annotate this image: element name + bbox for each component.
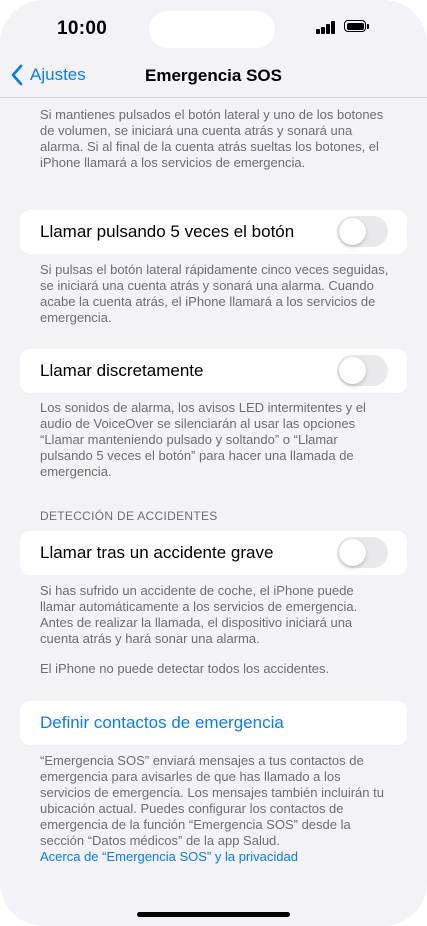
- intro-description: Si mantienes pulsados el botón lateral y…: [40, 107, 384, 170]
- silent-call-description: Los sonidos de alarma, los avisos LED in…: [40, 400, 366, 479]
- silent-call-row[interactable]: Llamar discretamente: [20, 349, 407, 393]
- crash-detection-label: Llamar tras un accidente grave: [40, 543, 274, 562]
- crash-detection-description: Si has sufrido un accidente de coche, el…: [40, 583, 358, 646]
- crash-detection-row[interactable]: Llamar tras un accidente grave: [20, 531, 407, 575]
- emergency-contacts-link[interactable]: Definir contactos de emergencia: [40, 713, 284, 733]
- privacy-link[interactable]: Acerca de “Emergencia SOS” y la privacid…: [40, 849, 298, 864]
- emergency-contacts-description: “Emergencia SOS” enviará mensajes a tus …: [40, 753, 392, 865]
- navigation-bar: Ajustes Emergencia SOS: [0, 56, 427, 98]
- status-bar: 10:00: [0, 0, 427, 56]
- battery-icon: [344, 20, 370, 34]
- page-title: Emergencia SOS: [144, 66, 282, 85]
- crash-detection-note: El iPhone no puede detectar todos los ac…: [40, 661, 330, 676]
- five-presses-label: Llamar pulsando 5 veces el botón: [40, 222, 295, 241]
- emergency-contacts-row[interactable]: Definir contactos de emergencia: [20, 701, 407, 745]
- five-presses-toggle[interactable]: [337, 216, 388, 247]
- dynamic-island: [149, 11, 275, 48]
- device-screen: 10:00 Ajustes Emergencia SOS Si mantiene…: [0, 0, 427, 926]
- crash-detection-header: DETECCIÓN DE ACCIDENTES: [40, 509, 218, 523]
- silent-call-label: Llamar discretamente: [40, 361, 204, 380]
- silent-call-toggle[interactable]: [337, 355, 388, 386]
- emergency-contacts-text: “Emergencia SOS” enviará mensajes a tus …: [40, 753, 384, 848]
- crash-detection-toggle[interactable]: [337, 537, 388, 568]
- status-time: 10:00: [57, 18, 108, 39]
- home-indicator[interactable]: [137, 912, 290, 917]
- five-presses-description: Si pulsas el botón lateral rápidamente c…: [40, 262, 389, 325]
- cellular-signal-icon: [316, 21, 336, 34]
- five-presses-row[interactable]: Llamar pulsando 5 veces el botón: [20, 210, 407, 254]
